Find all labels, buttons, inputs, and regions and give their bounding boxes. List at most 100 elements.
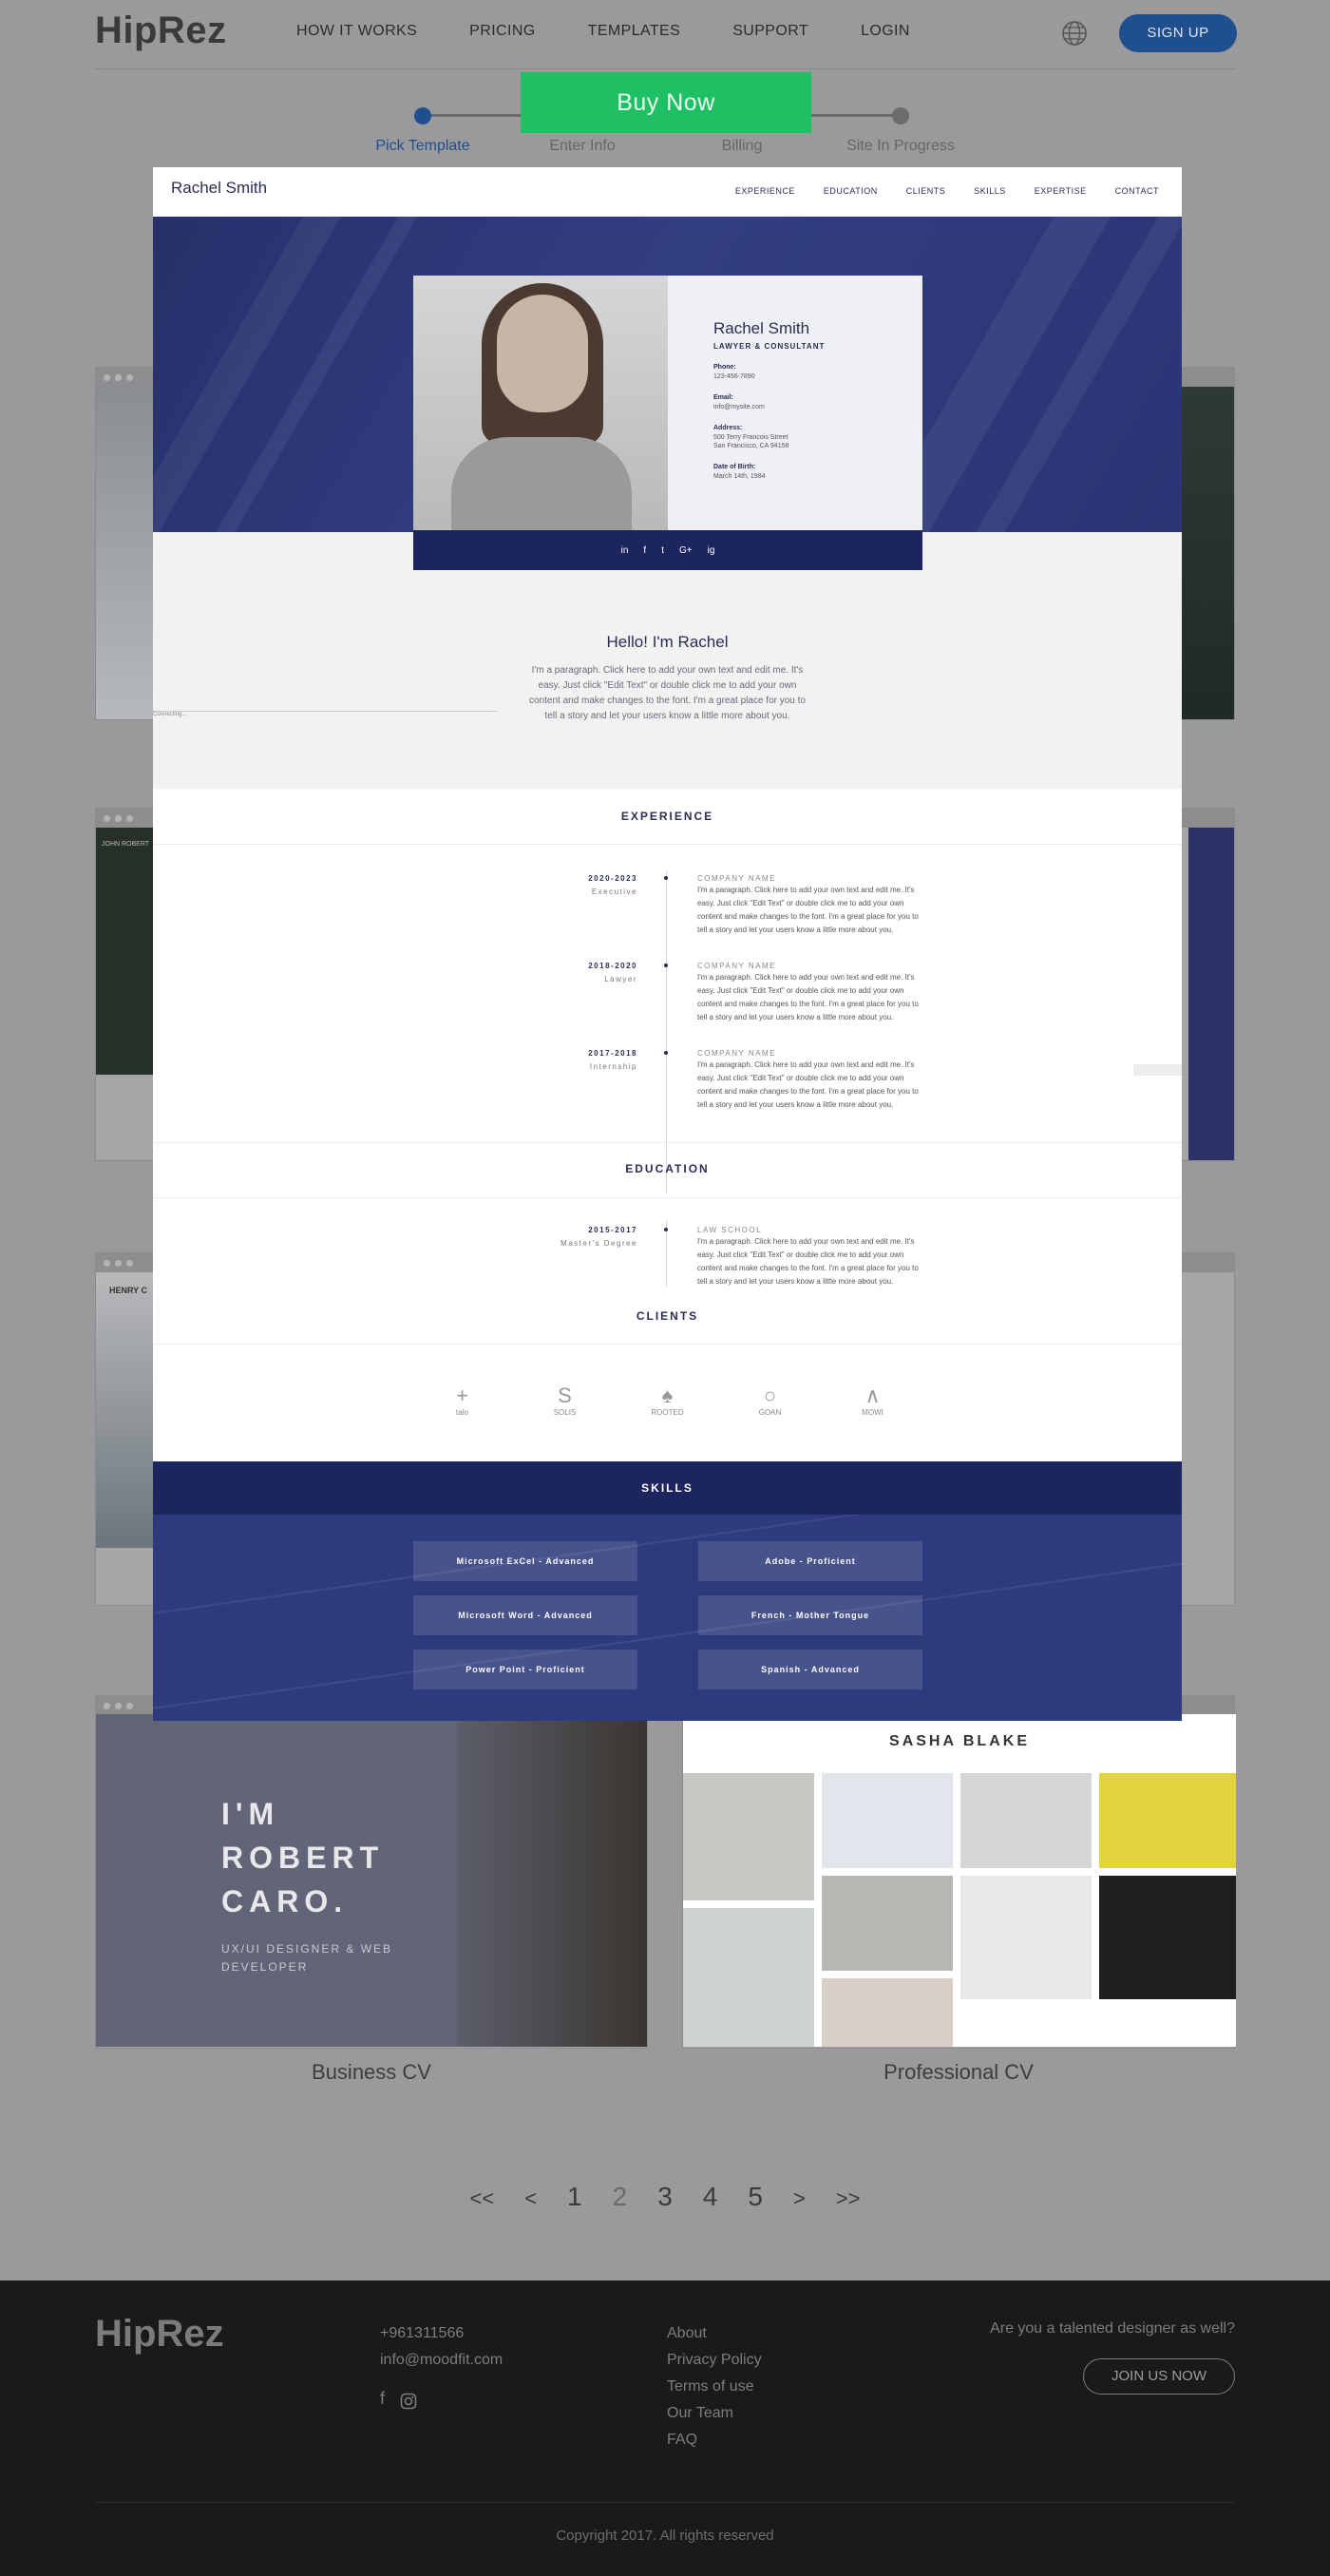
profile-name: Rachel Smith [713, 319, 810, 337]
page-2[interactable]: 2 [613, 2182, 628, 2212]
page-next[interactable]: > [793, 2186, 806, 2211]
designer-question: Are you a talented designer as well? [990, 2320, 1235, 2337]
address-line-1: 500 Terry Francois Street [713, 434, 788, 441]
section-divider [153, 1142, 1182, 1143]
page-first[interactable]: << [469, 2186, 494, 2211]
footer-logo[interactable]: HipRez [95, 2313, 224, 2356]
clients-heading: CLIENTS [636, 1309, 699, 1323]
preview-nav-expertise[interactable]: EXPERTISE [1035, 186, 1087, 196]
client-logo-talo: + talo [456, 1383, 468, 1417]
intro-paragraph: I'm a paragraph. Click here to add your … [529, 665, 806, 721]
preview-nav-education[interactable]: EDUCATION [824, 186, 878, 196]
portfolio-image [960, 1876, 1092, 1999]
phone-label: Phone: [713, 364, 736, 371]
footer-social: f [380, 2389, 417, 2410]
page-3[interactable]: 3 [657, 2182, 673, 2212]
footer-link-team[interactable]: Our Team [667, 2400, 762, 2427]
preview-site-header: Rachel Smith EXPERIENCE EDUCATION CLIENT… [153, 167, 1182, 217]
card-preview-text: JOHN ROBERT [102, 841, 150, 848]
pagination: << < 1 2 3 4 5 > >> [0, 2182, 1330, 2212]
globe-icon[interactable] [1060, 19, 1089, 48]
nav-templates[interactable]: TEMPLATES [588, 23, 681, 40]
step-enter-info[interactable]: Enter Info [516, 138, 649, 155]
portfolio-image [822, 1978, 953, 2047]
skill-chip: Adobe - Proficient [698, 1541, 922, 1581]
address-line-2: San Francisco, CA 94158 [713, 443, 789, 449]
template-preview-modal[interactable]: Rachel Smith EXPERIENCE EDUCATION CLIENT… [153, 167, 1182, 1721]
hello-heading: Hello! I'm Rachel [606, 633, 729, 651]
step-billing[interactable]: Billing [675, 138, 808, 155]
template-name-professional-cv[interactable]: Professional CV [682, 2060, 1235, 2085]
card-preview-text: HENRY C [109, 1286, 148, 1295]
dob-value: March 14th, 1984 [713, 473, 766, 480]
page-last[interactable]: >> [836, 2186, 861, 2211]
google-plus-icon[interactable]: G+ [679, 545, 693, 556]
client-logos: + talo S SOLIS ♠ ROOTED ○ GOAN ∧ MOWI [153, 1383, 1182, 1422]
nav-login[interactable]: LOGIN [861, 23, 910, 40]
facebook-icon[interactable]: f [380, 2389, 385, 2410]
business-cv-preview[interactable]: I'M ROBERT CARO. UX/UI DESIGNER & WEB DE… [96, 1714, 647, 2047]
card-preview-image: HENRY C [96, 1272, 155, 1548]
page-5[interactable]: 5 [748, 2182, 763, 2212]
preview-site-name[interactable]: Rachel Smith [171, 179, 267, 198]
nav-how-it-works[interactable]: HOW IT WORKS [296, 23, 417, 40]
professional-cv-preview[interactable]: SASHA BLAKE [683, 1714, 1236, 2047]
instagram-icon[interactable] [400, 2393, 417, 2410]
skill-chip: Microsoft Word - Advanced [413, 1595, 637, 1635]
about-section-bg [153, 532, 1182, 789]
profile-role: LAWYER & CONSULTANT [713, 342, 826, 351]
footer-link-privacy[interactable]: Privacy Policy [667, 2347, 762, 2374]
main-nav: HOW IT WORKS PRICING TEMPLATES SUPPORT L… [296, 23, 962, 40]
social-bar: in f t G+ ig [413, 530, 922, 570]
template-name-business-cv[interactable]: Business CV [95, 2060, 648, 2085]
preview-nav-contact[interactable]: CONTACT [1115, 186, 1159, 196]
skills-heading: SKILLS [153, 1461, 1182, 1515]
footer-link-terms[interactable]: Terms of use [667, 2374, 762, 2400]
preview-site-nav: EXPERIENCE EDUCATION CLIENTS SKILLS EXPE… [735, 186, 1159, 196]
header-divider [95, 68, 1235, 69]
footer-links: About Privacy Policy Terms of use Our Te… [667, 2320, 762, 2453]
portrait-image [457, 1714, 647, 2047]
card-preview-image: JOHN ROBERT [96, 828, 155, 1075]
linkedin-icon[interactable]: in [621, 545, 629, 556]
portfolio-image [1099, 1773, 1236, 1868]
page-4[interactable]: 4 [703, 2182, 718, 2212]
logo[interactable]: HipRez [95, 10, 227, 52]
join-us-button[interactable]: JOIN US NOW [1083, 2358, 1235, 2395]
preview-nav-experience[interactable]: EXPERIENCE [735, 186, 795, 196]
step-dot-site-in-progress [892, 107, 909, 124]
footer-phone[interactable]: +961311566 [380, 2320, 503, 2347]
sign-up-button[interactable]: SIGN UP [1119, 14, 1237, 52]
preview-subtitle: UX/UI DESIGNER & WEB DEVELOPER [221, 1942, 393, 1974]
footer-divider [95, 2502, 1235, 2503]
connecting-status: Connecting... [153, 711, 498, 722]
portfolio-image [822, 1773, 953, 1868]
nav-support[interactable]: SUPPORT [732, 23, 808, 40]
facebook-icon[interactable]: f [643, 545, 646, 556]
step-pick-template[interactable]: Pick Template [356, 138, 489, 155]
page-prev[interactable]: < [524, 2186, 537, 2211]
portfolio-image [683, 1773, 814, 1900]
address-label: Address: [713, 425, 743, 431]
nav-pricing[interactable]: PRICING [469, 23, 535, 40]
preview-nav-clients[interactable]: CLIENTS [906, 186, 946, 196]
portfolio-image [960, 1773, 1092, 1868]
instagram-icon[interactable]: ig [708, 545, 715, 556]
skills-section: Microsoft ExCel - Advanced Adobe - Profi… [153, 1515, 1182, 1721]
client-logo-mowi: ∧ MOWI [862, 1383, 884, 1417]
profile-card: Rachel Smith LAWYER & CONSULTANT Phone: … [413, 276, 922, 530]
twitter-icon[interactable]: t [661, 545, 664, 556]
portfolio-image [683, 1908, 814, 2047]
footer-email[interactable]: info@moodfit.com [380, 2347, 503, 2374]
scroll-handle[interactable] [1133, 1064, 1182, 1076]
footer-link-about[interactable]: About [667, 2320, 762, 2347]
step-site-in-progress[interactable]: Site In Progress [834, 138, 967, 155]
portfolio-image [1099, 1876, 1236, 1999]
email-value: info@mysite.com [713, 404, 765, 410]
buy-now-button[interactable]: Buy Now [521, 72, 811, 133]
page-1[interactable]: 1 [567, 2182, 582, 2212]
profile-photo [413, 276, 668, 530]
preview-nav-skills[interactable]: SKILLS [974, 186, 1006, 196]
footer-link-faq[interactable]: FAQ [667, 2427, 762, 2453]
card-preview-image [1177, 387, 1234, 719]
